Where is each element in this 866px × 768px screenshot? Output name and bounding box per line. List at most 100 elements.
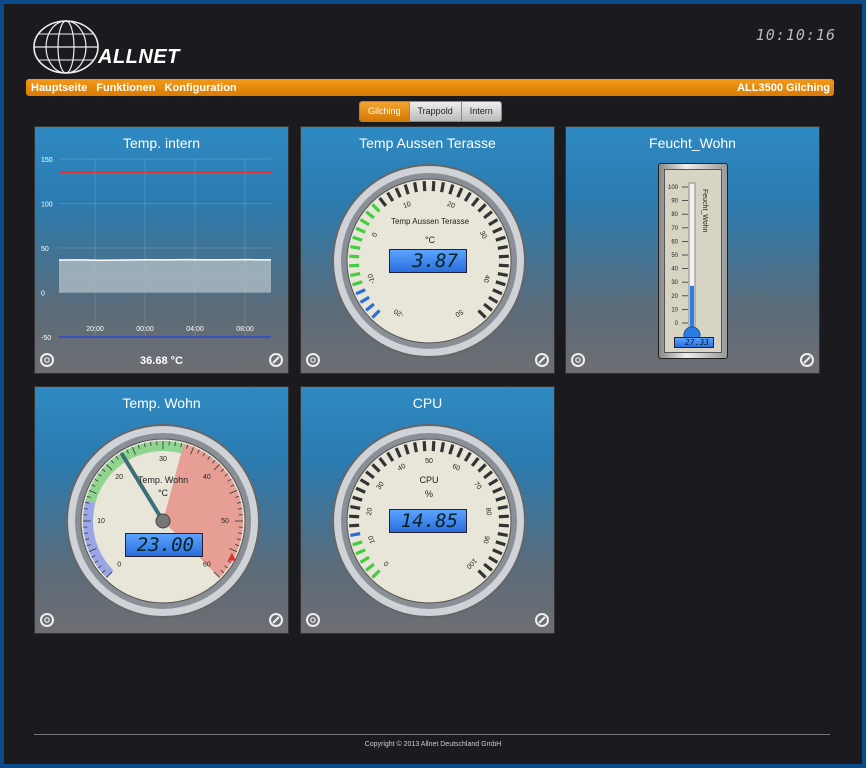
- lcd-display: 27.33: [674, 337, 714, 348]
- scale-tick-label: 80: [671, 212, 678, 218]
- led-segment: [349, 514, 360, 519]
- widget-temp-wohn: Temp. Wohn 0 10 20 30 40 50 60 Temp. Wohn °C 2…: [34, 386, 289, 634]
- scale-tick-label: 0: [675, 321, 679, 327]
- gauge-label: Temp Aussen Terasse: [390, 217, 470, 226]
- footer-divider: [34, 734, 830, 735]
- location-tabs: Gilching Trappold Intern: [359, 101, 502, 122]
- tab-intern[interactable]: Intern: [461, 102, 501, 121]
- copyright: Copyright © 2013 Allnet Deutschland GmbH: [364, 741, 502, 748]
- wrench-icon[interactable]: [800, 353, 814, 367]
- scale-tick-label: 50: [671, 253, 678, 259]
- allnet-logo[interactable]: ALLNET: [32, 18, 179, 76]
- gauge-tick-label: 30: [159, 456, 167, 463]
- data-line: [58, 258, 272, 262]
- nav-hauptseite[interactable]: Hauptseite: [31, 82, 87, 94]
- thermometer-scale: 1009080706050403020100: [668, 182, 701, 344]
- led-segment: [431, 181, 436, 192]
- data-area: [59, 259, 271, 293]
- led-segment: [431, 441, 436, 452]
- logo-text: ALLNET: [98, 46, 180, 68]
- scale-tick-label: 60: [671, 239, 678, 245]
- vertical-label: Feucht_Wohn: [701, 189, 708, 233]
- led-segment: [350, 505, 361, 510]
- scale-tick-label: 10: [671, 307, 678, 313]
- led-segment: [498, 263, 509, 268]
- scale-tick-label: 30: [671, 280, 678, 286]
- lcd-display: 23.00: [125, 533, 203, 557]
- x-tick-label: 08:00: [236, 326, 254, 333]
- scale-tick-label: 40: [671, 267, 678, 273]
- temp-intern-chart: 150 100 50 0 -50 20:00 00:00 04:00 08:00: [41, 157, 272, 342]
- wrench-icon[interactable]: [535, 353, 549, 367]
- led-segment: [440, 442, 445, 453]
- y-tick-label: 100: [41, 202, 53, 209]
- settings-icon[interactable]: [40, 353, 54, 367]
- scale-tick-label: 20: [671, 294, 678, 300]
- widget-title: CPU: [412, 395, 443, 411]
- scale-tick-label: 100: [668, 185, 679, 191]
- nav-funktionen[interactable]: Funktionen: [96, 82, 155, 94]
- y-tick-label: 0: [41, 291, 45, 298]
- led-segment: [498, 254, 509, 259]
- widget-cpu: CPU 0 10 20 30 40 50 60 70 80 90 100 CPU % 14.85: [300, 386, 555, 634]
- lcd-display: 3.87: [389, 249, 467, 273]
- led-segment: [350, 532, 361, 537]
- led-segment: [413, 182, 418, 193]
- widget-title: Temp. Wohn: [122, 395, 201, 411]
- widget-title: Temp Aussen Terasse: [359, 135, 496, 151]
- tab-trappold[interactable]: Trappold: [409, 102, 462, 121]
- needle-hub: [155, 513, 171, 529]
- widget-temp-intern: Temp. intern 150 100 50 0 -50 20:00 00:00 04:00…: [34, 126, 289, 374]
- y-tick-label: 50: [41, 246, 49, 253]
- led-segment: [422, 441, 427, 452]
- nav-konfiguration[interactable]: Konfiguration: [165, 82, 237, 94]
- gauge-tick-label: 0: [117, 562, 121, 569]
- x-tick-label: 00:00: [136, 326, 154, 333]
- widget-title: Feucht_Wohn: [649, 135, 736, 151]
- temp-wohn-gauge: 0102030405060: [66, 424, 260, 618]
- settings-icon[interactable]: [306, 613, 320, 627]
- led-segment: [497, 505, 508, 510]
- led-segment: [497, 245, 508, 250]
- gauge-label: CPU: [419, 475, 439, 485]
- led-segment: [498, 514, 509, 519]
- led-segment: [497, 532, 508, 537]
- gauge-unit: %: [424, 489, 433, 499]
- gauge-tick-label: 50: [221, 518, 229, 525]
- settings-icon[interactable]: [40, 613, 54, 627]
- led-segment: [350, 272, 361, 277]
- wrench-icon[interactable]: [535, 613, 549, 627]
- wrench-icon[interactable]: [269, 353, 283, 367]
- y-tick-label: -50: [41, 335, 51, 342]
- gauge-unit: °C: [424, 235, 436, 245]
- led-segment: [497, 272, 508, 277]
- tab-gilching[interactable]: Gilching: [360, 102, 410, 121]
- led-segment: [349, 254, 360, 259]
- clock: 10:10:16: [755, 26, 836, 44]
- app-frame: ALLNET 10:10:16 Hauptseite Funktionen Ko…: [4, 4, 862, 764]
- widget-title: Temp. intern: [122, 135, 201, 151]
- widget-temp-aussen: Temp Aussen Terasse -20 -10 0 10 20 30 40 50 Te…: [300, 126, 555, 374]
- widget-feucht-wohn: Feucht_Wohn 100 90 80 70 60 50 40 30 20 10 0 Feuch…: [565, 126, 820, 374]
- settings-icon[interactable]: [306, 353, 320, 367]
- x-tick-label: 04:00: [186, 326, 204, 333]
- gauge-tick-label: 20: [366, 507, 374, 516]
- x-tick-label: 20:00: [86, 326, 104, 333]
- settings-icon[interactable]: [571, 353, 585, 367]
- scale-tick-label: 90: [671, 199, 678, 205]
- wrench-icon[interactable]: [269, 613, 283, 627]
- gauge-tick-label: 60: [203, 562, 211, 569]
- led-segment: [413, 442, 418, 453]
- led-segment: [498, 523, 509, 528]
- scale-tick-label: 70: [671, 226, 678, 232]
- device-name[interactable]: ALL3500 Gilching: [737, 82, 830, 94]
- led-segment: [440, 182, 445, 193]
- gauge-unit: °C: [157, 488, 169, 498]
- gauge-label: Temp. Wohn: [137, 475, 189, 485]
- gauge-tick-label: 80: [484, 507, 492, 516]
- led-segment: [349, 523, 360, 528]
- led-segment: [350, 245, 361, 250]
- current-value: 36.68 °C: [140, 355, 183, 367]
- gauge-tick-label: 50: [425, 458, 433, 465]
- gauge-tick-label: 10: [97, 518, 105, 525]
